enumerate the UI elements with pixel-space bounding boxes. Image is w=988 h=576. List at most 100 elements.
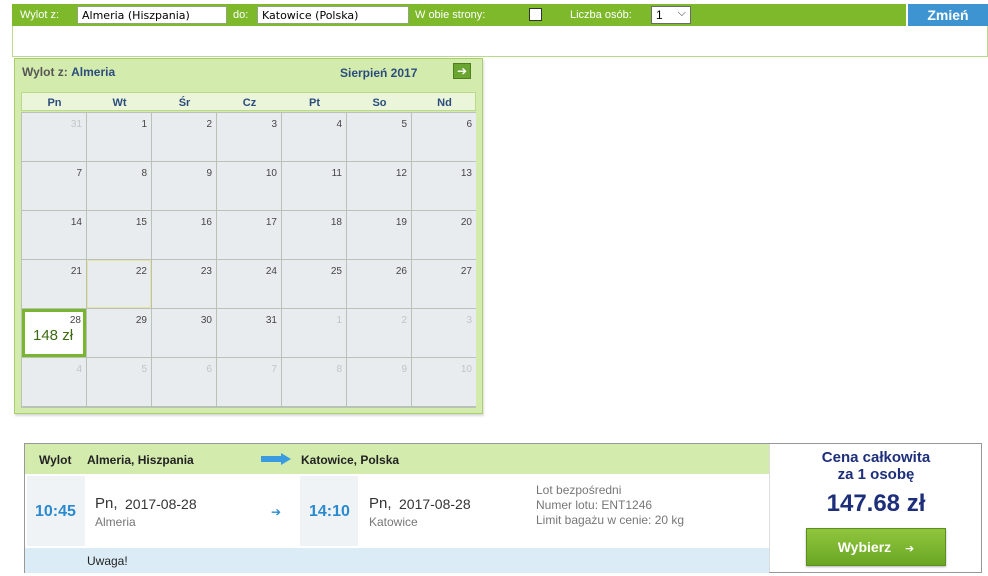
- calendar-day-number: 19: [395, 217, 407, 228]
- calendar-day[interactable]: 30: [152, 309, 216, 357]
- calendar-day[interactable]: 11: [282, 162, 346, 210]
- price-panel: Cena całkowita za 1 osobę 147.68 zł Wybi…: [769, 444, 981, 572]
- calendar-day[interactable]: 21: [22, 260, 86, 308]
- calendar-day[interactable]: 31: [217, 309, 281, 357]
- depart-date: 2017-08-28: [125, 496, 197, 512]
- calendar-header: Wylot z: Almeria Sierpień 2017 ➔: [15, 59, 482, 85]
- select-flight-label: Wybierz: [837, 539, 892, 555]
- persons-select-value: 1: [656, 8, 663, 22]
- calendar-day[interactable]: 25: [282, 260, 346, 308]
- next-month-button[interactable]: ➔: [453, 63, 471, 79]
- calendar-grid: 31 1 2 3 4 5 6 7 8 9 10 11 12 13 14 15 16 17 18 19 20 21 22 23 2…: [21, 112, 476, 408]
- calendar-day[interactable]: 14: [22, 211, 86, 259]
- calendar-day: 9: [347, 358, 411, 406]
- calendar-day-number: 31: [265, 315, 277, 326]
- calendar-day-number: 2: [206, 119, 212, 130]
- calendar-day[interactable]: 1: [87, 113, 151, 161]
- divider: [12, 56, 988, 57]
- calendar-day-number: 4: [336, 119, 342, 130]
- calendar-day-number: 14: [70, 217, 82, 228]
- calendar-day[interactable]: 18: [282, 211, 346, 259]
- calendar-day-number: 7: [76, 168, 82, 179]
- calendar-day[interactable]: 13: [412, 162, 476, 210]
- calendar-day-number: 4: [76, 364, 82, 375]
- calendar-day[interactable]: 22: [87, 260, 151, 308]
- calendar-day[interactable]: 24: [217, 260, 281, 308]
- calendar-day-number: 5: [401, 119, 407, 130]
- roundtrip-checkbox[interactable]: [529, 8, 542, 21]
- weekday-label: Cz: [242, 97, 257, 109]
- calendar-day-number: 2: [401, 315, 407, 326]
- calendar-day[interactable]: 8: [87, 162, 151, 210]
- weekday-label: Pn: [47, 97, 62, 109]
- arrow-right-icon: ➔: [271, 505, 282, 519]
- calendar-day-selected[interactable]: 28 148 zł: [22, 309, 86, 357]
- calendar-day[interactable]: 15: [87, 211, 151, 259]
- calendar-day[interactable]: 23: [152, 260, 216, 308]
- calendar-day-number: 24: [265, 266, 277, 277]
- calendar-day: 31: [22, 113, 86, 161]
- from-input[interactable]: Almeria (Hiszpania): [77, 6, 227, 24]
- calendar-day-number: 16: [200, 217, 212, 228]
- calendar-day: 5: [87, 358, 151, 406]
- arrive-date: 2017-08-28: [399, 496, 471, 512]
- calendar-day-number: 8: [141, 168, 147, 179]
- calendar-day: 7: [217, 358, 281, 406]
- price-amount: 147.68 zł: [826, 490, 926, 517]
- calendar-day[interactable]: 7: [22, 162, 86, 210]
- weekday-header: Pn Wt Śr Cz Pt So Nd: [21, 92, 476, 111]
- calendar-day-price: 148 zł: [33, 327, 74, 344]
- weekday-label: Śr: [178, 97, 191, 109]
- calendar-day[interactable]: 9: [152, 162, 216, 210]
- calendar-day-number: 30: [200, 315, 212, 326]
- calendar-day: 8: [282, 358, 346, 406]
- calendar-day[interactable]: 26: [347, 260, 411, 308]
- calendar-day-number: 31: [70, 119, 82, 130]
- to-label: do:: [233, 9, 249, 21]
- flight-direction-label: Wylot: [39, 453, 72, 467]
- calendar-day[interactable]: 2: [152, 113, 216, 161]
- arrive-day: Pn,: [369, 495, 392, 512]
- calendar-day-number: 18: [330, 217, 342, 228]
- calendar-day[interactable]: 10: [217, 162, 281, 210]
- route-arrow-icon: [261, 453, 291, 465]
- change-search-button[interactable]: Zmień: [906, 4, 988, 26]
- calendar: Wylot z: Almeria Sierpień 2017 ➔ Pn Wt Śr C…: [14, 58, 483, 414]
- calendar-day[interactable]: 27: [412, 260, 476, 308]
- price-title: Cena całkowita za 1 osobę: [770, 449, 982, 483]
- search-bar: Wylot z: Almeria (Hiszpania) do: Katowic…: [12, 4, 988, 26]
- persons-select[interactable]: 1 ⌵: [651, 6, 691, 24]
- calendar-day[interactable]: 12: [347, 162, 411, 210]
- weekday-label: Wt: [112, 97, 127, 109]
- weekday-label: Nd: [437, 97, 452, 109]
- calendar-day[interactable]: 29: [87, 309, 151, 357]
- depart-city: Almeria: [95, 515, 136, 529]
- arrive-city: Katowice: [369, 515, 418, 529]
- calendar-day[interactable]: 6: [412, 113, 476, 161]
- calendar-day-number: 1: [141, 119, 147, 130]
- calendar-from-city: Almeria: [71, 65, 116, 79]
- calendar-day[interactable]: 16: [152, 211, 216, 259]
- notice-text: Uwaga!: [87, 554, 128, 568]
- calendar-day[interactable]: 3: [217, 113, 281, 161]
- calendar-day: 3: [412, 309, 476, 357]
- calendar-day[interactable]: 17: [217, 211, 281, 259]
- calendar-day[interactable]: 5: [347, 113, 411, 161]
- calendar-day-number: 6: [206, 364, 212, 375]
- depart-day: Pn,: [95, 495, 118, 512]
- calendar-day[interactable]: 20: [412, 211, 476, 259]
- flight-header: Wylot Almeria, Hiszpania Katowice, Polsk…: [25, 444, 769, 474]
- calendar-day[interactable]: 4: [282, 113, 346, 161]
- flight-info-baggage: Limit bagażu w cenie: 20 kg: [536, 513, 685, 527]
- calendar-day[interactable]: 19: [347, 211, 411, 259]
- to-input[interactable]: Katowice (Polska): [257, 6, 409, 24]
- calendar-day: 6: [152, 358, 216, 406]
- calendar-day-number: 20: [460, 217, 472, 228]
- arrow-right-icon: ➔: [456, 64, 468, 78]
- calendar-day-number: 27: [460, 266, 472, 277]
- select-flight-button[interactable]: Wybierz ➔: [806, 528, 946, 566]
- calendar-day-number: 5: [141, 364, 147, 375]
- calendar-day-number: 29: [135, 315, 147, 326]
- from-label: Wylot z:: [20, 9, 60, 21]
- calendar-day-number: 13: [460, 168, 472, 179]
